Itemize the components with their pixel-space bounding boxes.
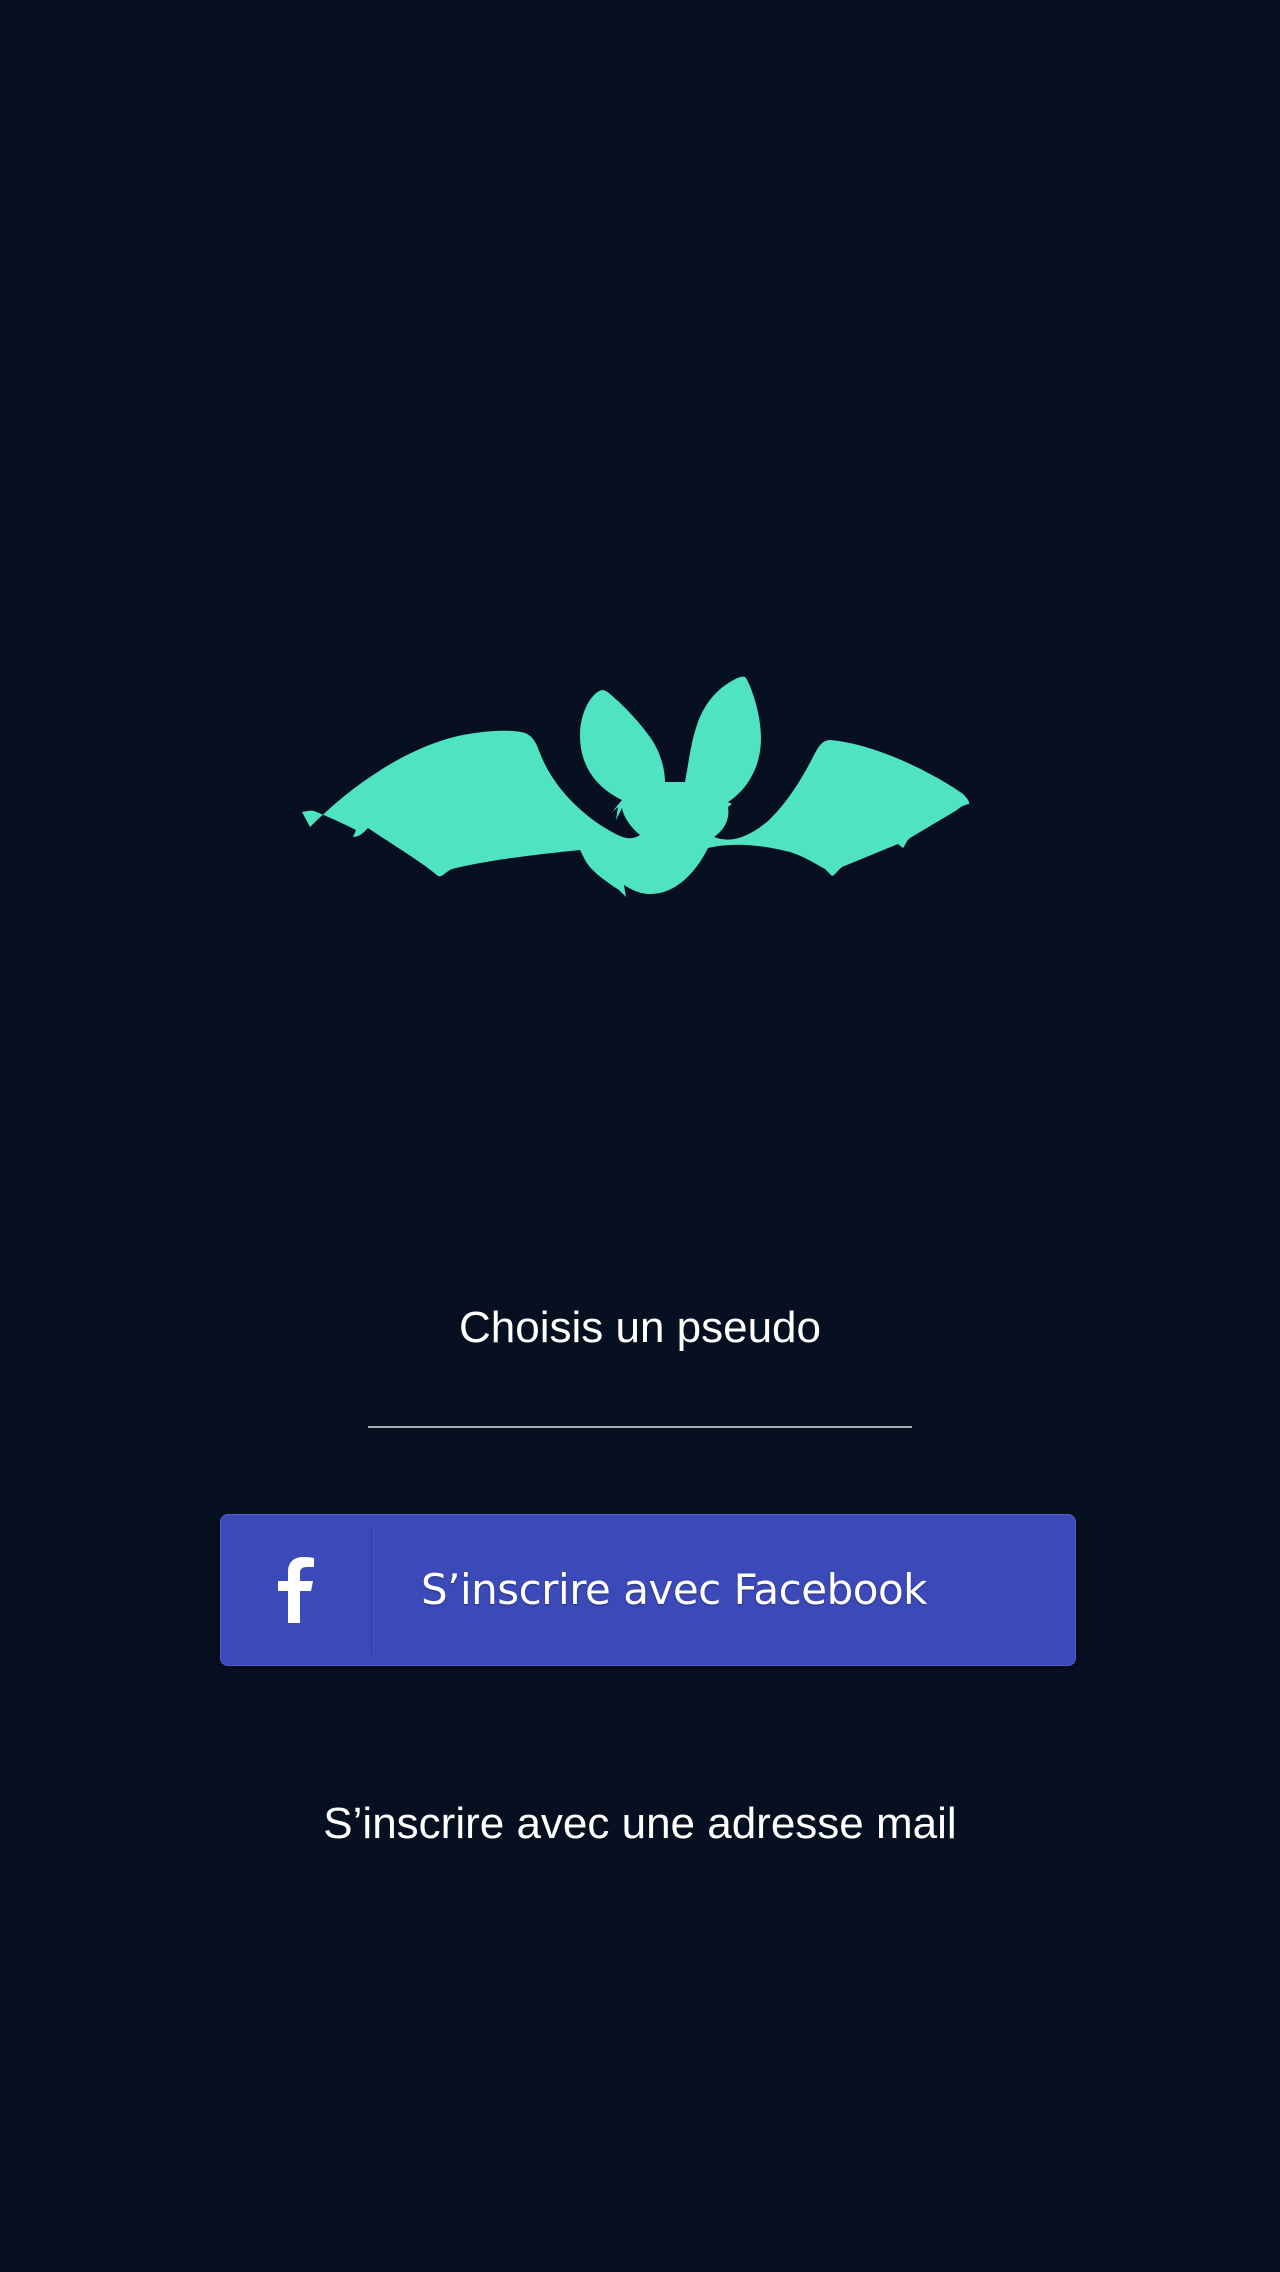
email-signup-link[interactable]: S’inscrire avec une adresse mail: [0, 1794, 1280, 1854]
facebook-icon: [221, 1515, 371, 1665]
pseudo-label: Choisis un pseudo: [458, 1303, 821, 1352]
button-divider: [371, 1527, 373, 1653]
pseudo-input[interactable]: [368, 1380, 912, 1428]
facebook-signup-button[interactable]: S’inscrire avec Facebook: [220, 1514, 1076, 1666]
facebook-signup-label: S’inscrire avec Facebook: [421, 1565, 927, 1614]
bat-logo-icon: [300, 640, 980, 940]
